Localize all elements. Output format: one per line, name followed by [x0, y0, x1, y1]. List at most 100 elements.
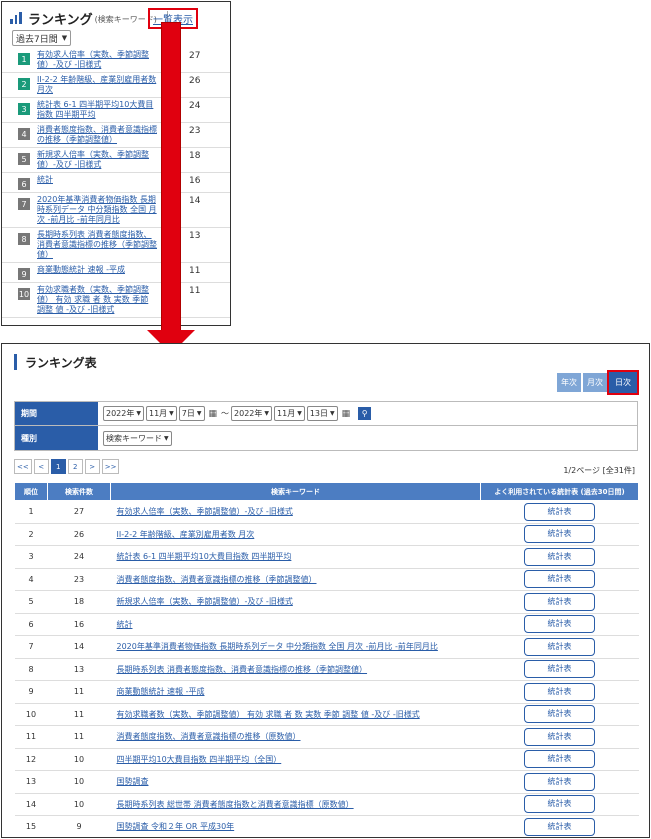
chevron-down-icon: ▼: [169, 410, 174, 417]
list-item: 4 消費者態度指数、消費者意識指標の推移（季節調整値） 23: [2, 123, 230, 148]
search-count: 11: [189, 266, 201, 276]
keyword-link[interactable]: 有効求職者数（実数、季節調整値） 有効 求職 者 数 実数 季節 調整 値 -及…: [110, 703, 481, 726]
keyword-link[interactable]: 長期時系列表 総世帯 消費者態度指数と消費者意識指標（原数値）: [110, 793, 481, 816]
list-item: 10 有効求職者数（実数、季節調整値） 有効 求職 者 数 実数 季節 調整 値 …: [2, 283, 230, 318]
keyword-link[interactable]: 有効求職者数（実数、季節調整値） 有効 求職 者 数 実数 季節 調整 値 -及…: [37, 285, 157, 315]
rank-badge: 9: [18, 268, 30, 280]
search-count: 26: [189, 76, 201, 86]
stat-table-button[interactable]: 統計表: [524, 727, 595, 746]
table-row: 2 26 II-2-2 年齢階級、産業別雇用者数 月次 統計表: [14, 523, 639, 546]
search-count: 14: [189, 196, 201, 206]
stat-table-button[interactable]: 統計表: [524, 592, 595, 611]
page-2-button[interactable]: 2: [67, 459, 83, 474]
keyword-link[interactable]: 商業動態統計 速報 -平成: [110, 680, 481, 704]
col-rank[interactable]: 順位: [14, 482, 48, 501]
stats-cell: 統計表: [480, 725, 639, 749]
keyword-link[interactable]: 長期時系列表 消費者態度指数、消費者意識指標の推移（季節調整値）: [110, 658, 481, 681]
table-row: 10 11 有効求職者数（実数、季節調整値） 有効 求職 者 数 実数 季節 調整 …: [14, 703, 639, 726]
page-title: ランキング表: [25, 355, 97, 370]
next-page-button[interactable]: >: [84, 459, 100, 474]
count-cell: 24: [47, 545, 111, 569]
period-select[interactable]: 過去7日間 ▼: [12, 30, 72, 46]
from-day-select[interactable]: 7日 ▼: [178, 406, 205, 421]
list-item: 2 II-2-2 年齢階級、産業別雇用者数 月次 26: [2, 73, 230, 98]
rank-cell: 15: [14, 815, 48, 837]
rank-cell: 13: [14, 770, 48, 794]
keyword-link[interactable]: 有効求人倍率（実数、季節調整値）-及び -旧様式: [110, 500, 481, 524]
keyword-link[interactable]: 国勢調査 令和２年 OR 平成30年: [110, 815, 481, 837]
keyword-link[interactable]: 統計表 6-1 四半期平均10大費目指数 四半期平均: [37, 100, 157, 120]
rank-badge: 1: [18, 53, 30, 65]
count-cell: 10: [47, 770, 111, 794]
stat-table-button[interactable]: 統計表: [524, 660, 595, 679]
stat-table-button[interactable]: 統計表: [524, 750, 595, 769]
rank-cell: 11: [14, 725, 48, 749]
keyword-link[interactable]: 国勢調査: [110, 770, 481, 794]
last-page-button[interactable]: >>: [101, 459, 120, 474]
stats-cell: 統計表: [480, 680, 639, 704]
search-icon[interactable]: ⚲: [358, 407, 372, 420]
count-cell: 13: [47, 658, 111, 681]
stats-cell: 統計表: [480, 793, 639, 816]
stat-table-button[interactable]: 統計表: [524, 615, 595, 634]
range-separator: ～: [221, 409, 230, 418]
keyword-link[interactable]: 長期時系列表 消費者態度指数、消費者意識指標の推移（季節調整値）: [37, 230, 157, 260]
first-page-button[interactable]: <<: [14, 459, 32, 474]
keyword-link[interactable]: 2020年基準消費者物価指数 長期時系列データ 中分類指数 全国 月次 -前月比…: [37, 195, 157, 225]
rank-cell: 12: [14, 748, 48, 771]
monthly-button[interactable]: 月次: [583, 373, 607, 392]
calendar-icon[interactable]: ▦: [209, 409, 218, 419]
keyword-link[interactable]: 新規求人倍率（実数、季節調整値）-及び -旧様式: [37, 150, 157, 170]
keyword-link[interactable]: 有効求人倍率（実数、季節調整値）-及び -旧様式: [37, 50, 157, 70]
keyword-link[interactable]: 四半期平均10大費目指数 四半期平均（全国）: [110, 748, 481, 771]
stat-table-button[interactable]: 統計表: [524, 502, 595, 521]
keyword-link[interactable]: 統計: [110, 613, 481, 636]
search-count: 11: [189, 286, 201, 296]
to-year-select[interactable]: 2022年 ▼: [231, 406, 273, 421]
yearly-button[interactable]: 年次: [557, 373, 581, 392]
keyword-link[interactable]: 2020年基準消費者物価指数 長期時系列データ 中分類指数 全国 月次 -前月比…: [110, 635, 481, 659]
calendar-icon[interactable]: ▦: [342, 409, 351, 419]
keyword-link[interactable]: 商業動態統計 速報 -平成: [37, 265, 157, 275]
keyword-link[interactable]: II-2-2 年齢階級、産業別雇用者数 月次: [37, 75, 157, 95]
stat-table-button[interactable]: 統計表: [524, 570, 595, 589]
to-month-select[interactable]: 11月 ▼: [274, 406, 305, 421]
stat-table-button[interactable]: 統計表: [524, 525, 595, 544]
count-cell: 26: [47, 523, 111, 546]
stat-table-button[interactable]: 統計表: [524, 637, 595, 656]
stat-table-button[interactable]: 統計表: [524, 682, 595, 701]
keyword-link[interactable]: 統計: [37, 175, 157, 185]
col-keyword[interactable]: 検索キーワード: [110, 482, 481, 501]
keyword-link[interactable]: 消費者態度指数、消費者意識指標の推移（季節調整値）: [110, 568, 481, 591]
period-select-value: 過去7日間: [16, 34, 58, 45]
keyword-link[interactable]: 消費者態度指数、消費者意識指標の推移（季節調整値）: [37, 125, 157, 145]
page-1-button[interactable]: 1: [50, 459, 66, 474]
col-stats[interactable]: よく利用されている統計表 (過去30日間): [480, 482, 639, 501]
rank-badge: 7: [18, 198, 30, 210]
daily-button[interactable]: 日次: [607, 370, 639, 395]
keyword-link[interactable]: 新規求人倍率（実数、季節調整値）-及び -旧様式: [110, 590, 481, 614]
type-select[interactable]: 検索キーワード ▼: [103, 430, 172, 446]
ranking-table: 順位 検索件数 検索キーワード よく利用されている統計表 (過去30日間) 12…: [14, 482, 639, 837]
rank-cell: 14: [14, 793, 48, 816]
col-count[interactable]: 検索件数: [47, 482, 111, 501]
widget-title: ランキング: [28, 12, 93, 28]
stat-table-button[interactable]: 統計表: [524, 795, 595, 814]
keyword-link[interactable]: 統計表 6-1 四半期平均10大費目指数 四半期平均: [110, 545, 481, 569]
stat-table-button[interactable]: 統計表: [524, 817, 595, 836]
count-cell: 11: [47, 680, 111, 704]
rank-cell: 8: [14, 658, 48, 681]
chevron-down-icon: ▼: [330, 410, 335, 417]
prev-page-button[interactable]: <: [33, 459, 49, 474]
from-year-select[interactable]: 2022年 ▼: [103, 406, 144, 421]
to-day-select[interactable]: 13日 ▼: [306, 406, 338, 421]
stat-table-button[interactable]: 統計表: [524, 547, 595, 566]
from-month-select[interactable]: 11月 ▼: [145, 406, 177, 421]
stat-table-button[interactable]: 統計表: [524, 705, 595, 724]
to-day-value: 13日: [309, 409, 329, 418]
count-cell: 10: [47, 748, 111, 771]
chevron-down-icon: ▼: [297, 410, 302, 417]
keyword-link[interactable]: II-2-2 年齢階級、産業別雇用者数 月次: [110, 523, 481, 546]
stat-table-button[interactable]: 統計表: [524, 772, 595, 791]
keyword-link[interactable]: 消費者態度指数、消費者意識指標の推移（原数値）: [110, 725, 481, 749]
